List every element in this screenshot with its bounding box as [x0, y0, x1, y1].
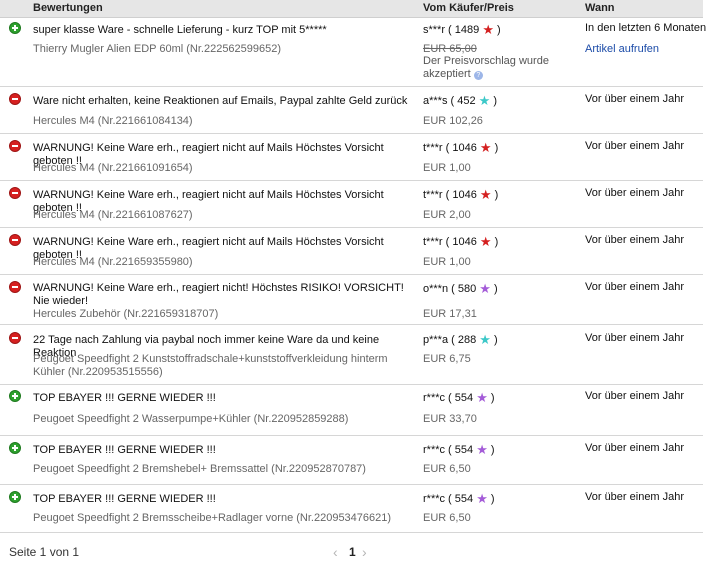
item-price: EUR 1,00: [423, 256, 471, 268]
item-price: EUR 65,00: [423, 43, 477, 55]
item-title: Hercules M4 (Nr.221661084134): [33, 115, 193, 127]
item-price: EUR 2,00: [423, 209, 471, 221]
plus-circle-icon: [9, 22, 21, 34]
plus-circle-icon: [9, 442, 21, 454]
table-header: Bewertungen Vom Käufer/Preis Wann: [0, 0, 703, 18]
chevron-right-icon[interactable]: ›: [362, 544, 367, 560]
red-star-icon: ★: [479, 187, 492, 202]
table-row: WARNUNG! Keine Ware erh., reagiert nicht…: [0, 181, 703, 228]
table-row: TOP EBAYER !!! GERNE WIEDER !!! Peugoet …: [0, 436, 703, 485]
turquoise-star-icon: ★: [478, 93, 491, 108]
table-row: WARNUNG! Keine Ware erh., reagiert nicht…: [0, 228, 703, 275]
feedback-time: In den letzten 6 Monaten: [585, 22, 707, 34]
buyer-name: r***c ( 554 ★ ): [423, 442, 495, 457]
item-price: EUR 6,75: [423, 353, 471, 365]
buyer-name: a***s ( 452 ★ ): [423, 93, 498, 108]
buyer-name: r***c ( 554 ★ ): [423, 390, 495, 405]
table-row: super klasse Ware - schnelle Lieferung -…: [0, 18, 707, 87]
feedback-comment: super klasse Ware - schnelle Lieferung -…: [33, 24, 327, 36]
minus-circle-icon: [9, 332, 21, 344]
pagination: Seite 1 von 1 ‹ 1 ›: [0, 544, 703, 560]
item-price: EUR 6,50: [423, 512, 471, 524]
buyer-name: r***c ( 554 ★ ): [423, 491, 495, 506]
header-buyer-price: Vom Käufer/Preis: [423, 2, 514, 14]
red-star-icon: ★: [479, 140, 492, 155]
item-title: Peugoet Speedfight 2 Bremshebel+ Bremssa…: [33, 463, 366, 475]
feedback-time: Vor über einem Jahr: [585, 140, 685, 152]
page-number-current[interactable]: 1: [349, 545, 356, 559]
buyer-name: t***r ( 1046 ★ ): [423, 140, 499, 155]
plus-circle-icon: [9, 390, 21, 402]
table-row: WARNUNG! Keine Ware erh., reagiert nicht…: [0, 275, 703, 325]
item-title: Peugoet Speedfight 2 Kunststoffradschale…: [33, 353, 388, 378]
table-row: TOP EBAYER !!! GERNE WIEDER !!! Peugoet …: [0, 485, 703, 533]
minus-circle-icon: [9, 234, 21, 246]
feedback-table: Bewertungen Vom Käufer/Preis Wann super …: [0, 0, 707, 533]
red-star-icon: ★: [479, 234, 492, 249]
item-title: Peugoet Speedfight 2 Bremsscheibe+Radlag…: [33, 512, 392, 524]
table-row: 22 Tage nach Zahlung via paybal noch imm…: [0, 325, 703, 385]
buyer-name: t***r ( 1046 ★ ): [423, 187, 499, 202]
table-row: Ware nicht erhalten, keine Reaktionen au…: [0, 87, 703, 134]
turquoise-star-icon: ★: [479, 332, 491, 347]
item-title: Hercules M4 (Nr.221661091654): [33, 162, 193, 174]
minus-circle-icon: [9, 93, 21, 105]
item-title: Thierry Mugler Alien EDP 60ml (Nr.222562…: [33, 43, 282, 55]
buyer-name: t***r ( 1046 ★ ): [423, 234, 499, 249]
feedback-time: Vor über einem Jahr: [585, 187, 685, 199]
minus-circle-icon: [9, 140, 21, 152]
feedback-time: Vor über einem Jahr: [585, 491, 685, 503]
view-item-link[interactable]: Artikel aufrufen: [585, 43, 659, 55]
item-title: Hercules M4 (Nr.221659355980): [33, 256, 193, 268]
feedback-time: Vor über einem Jahr: [585, 390, 685, 402]
page-info: Seite 1 von 1: [9, 545, 80, 559]
red-star-icon: ★: [482, 22, 494, 37]
feedback-time: Vor über einem Jahr: [585, 234, 685, 246]
buyer-name: o***n ( 580 ★ ): [423, 281, 498, 296]
purple-star-icon: ★: [476, 442, 488, 457]
item-title: Peugoet Speedfight 2 Wasserpumpe+Kühler …: [33, 413, 349, 425]
purple-star-icon: ★: [476, 390, 488, 405]
minus-circle-icon: [9, 187, 21, 199]
item-title: Hercules M4 (Nr.221661087627): [33, 209, 193, 221]
feedback-comment: WARNUNG! Keine Ware erh., reagiert nicht…: [33, 282, 404, 307]
item-title: Hercules Zubehör (Nr.221659318707): [33, 308, 219, 320]
feedback-comment: TOP EBAYER !!! GERNE WIEDER !!!: [33, 444, 216, 456]
feedback-time: Vor über einem Jahr: [585, 281, 685, 293]
header-feedback: Bewertungen: [33, 2, 103, 14]
feedback-time: Vor über einem Jahr: [585, 442, 685, 454]
feedback-comment: Ware nicht erhalten, keine Reaktionen au…: [33, 95, 408, 107]
chevron-left-icon[interactable]: ‹: [333, 544, 338, 560]
item-price: EUR 33,70: [423, 413, 477, 425]
offer-note: Der Preisvorschlag wurde akzeptiert ?: [423, 55, 549, 80]
feedback-comment: TOP EBAYER !!! GERNE WIEDER !!!: [33, 493, 216, 505]
item-price: EUR 1,00: [423, 162, 471, 174]
purple-star-icon: ★: [479, 281, 491, 296]
feedback-comment: TOP EBAYER !!! GERNE WIEDER !!!: [33, 392, 216, 404]
help-icon[interactable]: ?: [473, 71, 483, 80]
feedback-time: Vor über einem Jahr: [585, 93, 685, 105]
item-price: EUR 17,31: [423, 308, 477, 320]
header-when: Wann: [585, 2, 615, 14]
table-row: WARNUNG! Keine Ware erh., reagiert nicht…: [0, 134, 703, 181]
buyer-name: s***r ( 1489 ★ ): [423, 22, 501, 37]
item-price: EUR 102,26: [423, 115, 483, 127]
item-price: EUR 6,50: [423, 463, 471, 475]
plus-circle-icon: [9, 491, 21, 503]
purple-star-icon: ★: [476, 491, 488, 506]
feedback-time: Vor über einem Jahr: [585, 332, 685, 344]
buyer-name: p***a ( 288 ★ ): [423, 332, 498, 347]
minus-circle-icon: [9, 281, 21, 293]
table-row: TOP EBAYER !!! GERNE WIEDER !!! Peugoet …: [0, 385, 703, 436]
